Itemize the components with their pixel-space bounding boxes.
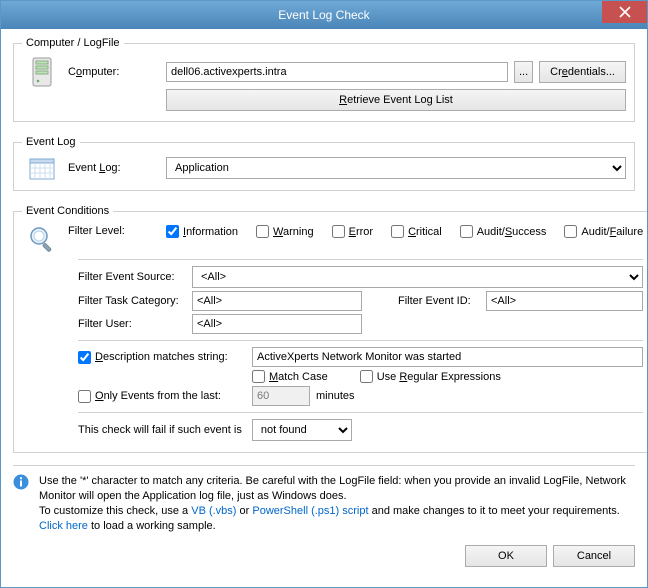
ok-button[interactable]: OK — [465, 545, 547, 567]
filter-source-label: Filter Event Source: — [78, 271, 186, 283]
chk-warning[interactable]: Warning — [256, 225, 314, 238]
group-eventlog: Event Log Event Log: Application — [13, 136, 635, 191]
credentials-button[interactable]: Credentials... — [539, 61, 626, 83]
only-minutes-input — [252, 386, 310, 406]
chk-error[interactable]: Error — [332, 225, 373, 238]
dialog-window: Event Log Check Computer / LogFile Compu — [0, 0, 648, 588]
group-computer-legend: Computer / LogFile — [22, 37, 124, 49]
computer-input[interactable] — [166, 62, 508, 82]
title-text: Event Log Check — [278, 8, 369, 22]
group-computer: Computer / LogFile Computer: ... Credent… — [13, 37, 635, 122]
close-icon — [619, 6, 631, 18]
cancel-button[interactable]: Cancel — [553, 545, 635, 567]
retrieve-button[interactable]: Retrieve Event Log List — [166, 89, 626, 111]
chk-critical[interactable]: Critical — [391, 225, 442, 238]
description-input[interactable] — [252, 347, 643, 367]
filter-task-label: Filter Task Category: — [78, 295, 186, 307]
computer-icon — [30, 57, 54, 87]
filter-level-label: Filter Level: — [68, 225, 160, 237]
eventlog-select[interactable]: Application — [166, 157, 626, 179]
close-button[interactable] — [602, 1, 647, 23]
filter-user-label: Filter User: — [78, 318, 186, 330]
group-conditions: Event Conditions Filter Level: Informati… — [13, 205, 647, 453]
chk-description[interactable]: Description matches string: — [78, 351, 246, 364]
group-conditions-legend: Event Conditions — [22, 205, 113, 217]
chk-matchcase[interactable]: Match Case — [252, 370, 328, 383]
filter-task-input[interactable] — [192, 291, 362, 311]
group-eventlog-legend: Event Log — [22, 136, 80, 148]
calendar-icon — [29, 156, 55, 180]
filter-user-input[interactable] — [192, 314, 362, 334]
info-line2: To customize this check, use a VB (.vbs)… — [39, 504, 635, 519]
link-vb[interactable]: VB (.vbs) — [191, 505, 236, 517]
filter-eventid-input[interactable] — [486, 291, 643, 311]
info-line3: Click here to load a working sample. — [39, 519, 635, 534]
browse-button[interactable]: ... — [514, 61, 533, 83]
computer-label: Computer: — [68, 66, 160, 78]
fail-label: This check will fail if such event is — [78, 424, 242, 436]
filter-eventid-label: Filter Event ID: — [398, 295, 480, 307]
info-line1: Use the '*' character to match any crite… — [39, 474, 635, 504]
chk-regex[interactable]: Use Regular Expressions — [360, 370, 501, 383]
link-ps[interactable]: PowerShell (.ps1) script — [252, 505, 368, 517]
info-panel: Use the '*' character to match any crite… — [13, 465, 635, 533]
info-icon — [13, 474, 29, 490]
filter-source-select[interactable]: <All> — [192, 266, 643, 288]
chk-audit-failure[interactable]: Audit/Failure — [564, 225, 643, 238]
titlebar: Event Log Check — [1, 1, 647, 29]
chk-information[interactable]: Information — [166, 225, 238, 238]
magnifier-icon — [28, 225, 56, 253]
chk-audit-success[interactable]: Audit/Success — [460, 225, 547, 238]
fail-select[interactable]: not found — [252, 419, 352, 441]
chk-only-events[interactable]: Only Events from the last: — [78, 390, 246, 403]
only-minutes-unit: minutes — [316, 390, 355, 402]
eventlog-label: Event Log: — [68, 162, 160, 174]
link-sample[interactable]: Click here — [39, 520, 88, 532]
